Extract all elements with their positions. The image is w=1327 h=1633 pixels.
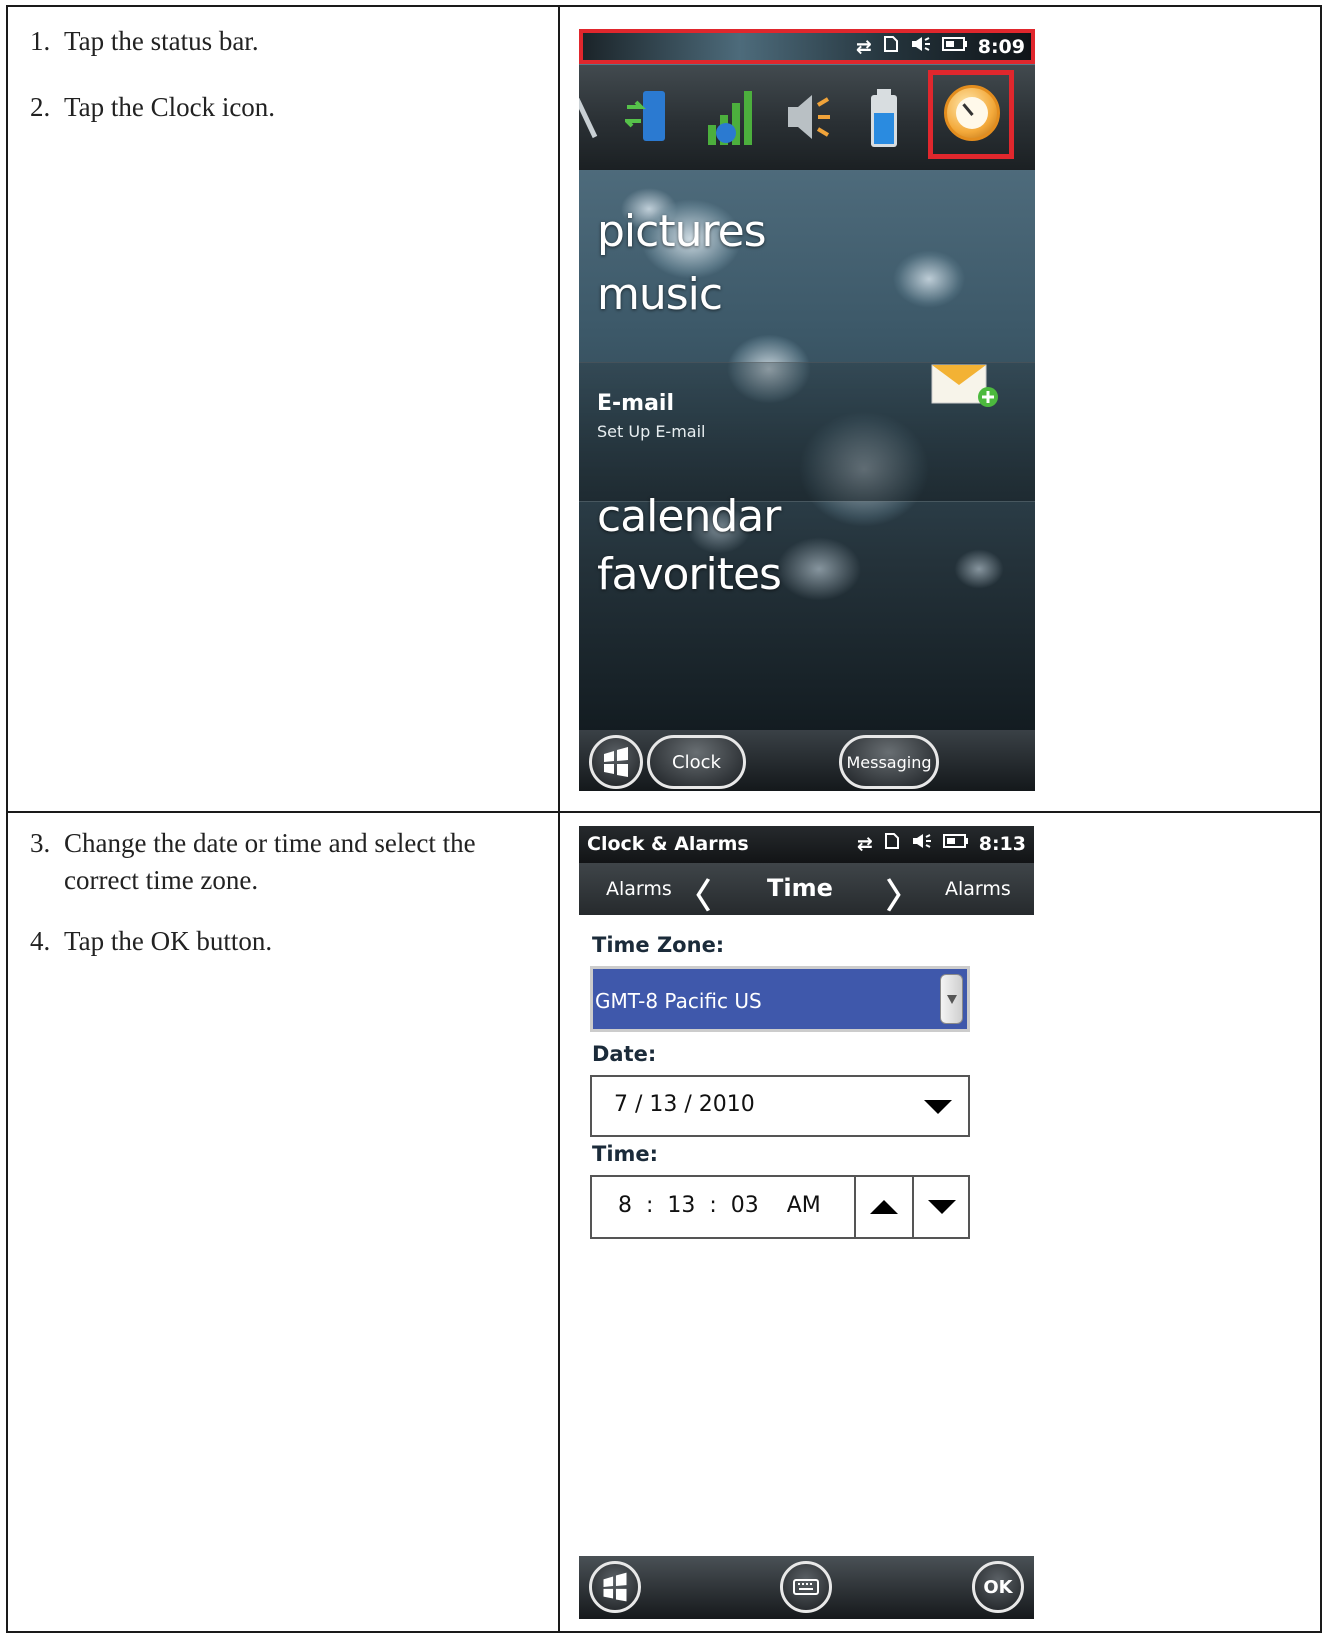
screen-title: Clock & Alarms <box>587 833 749 855</box>
step-item: 3. Change the date or time and select th… <box>30 825 545 899</box>
windows-logo-icon <box>604 747 628 777</box>
step-number: 2. <box>30 92 51 122</box>
time-zone-select[interactable]: GMT-8 Pacific US <box>590 966 970 1032</box>
step-number: 4. <box>30 926 51 956</box>
time-label: Time: <box>592 1142 659 1166</box>
hub-calendar[interactable]: calendar <box>597 491 781 542</box>
messaging-softkey[interactable]: Messaging <box>839 735 939 789</box>
email-subtitle: Set Up E-mail <box>597 422 706 441</box>
connectivity-icon: ⇄ <box>856 832 873 855</box>
steps-section-1: 1. Tap the status bar. 2. Tap the Clock … <box>30 23 545 155</box>
windows-start-button[interactable] <box>589 1561 641 1613</box>
status-time: 8:13 <box>978 832 1026 855</box>
tab-navigator: Alarms 〈 Time 〉 Alarms <box>579 863 1034 918</box>
clock-icon[interactable] <box>944 85 1000 141</box>
connection-icon[interactable] <box>625 87 675 147</box>
speaker-icon <box>911 832 933 855</box>
signal-icon[interactable] <box>704 87 756 149</box>
step-item: 1. Tap the status bar. <box>30 23 545 60</box>
time-zone-value: GMT-8 Pacific US <box>595 989 762 1013</box>
search-icon[interactable] <box>579 93 599 143</box>
step-item: 2. Tap the Clock icon. <box>30 89 545 126</box>
arrow-up-icon <box>870 1200 898 1214</box>
step-text: Change the date or time and select the c… <box>64 828 476 895</box>
card-icon <box>882 35 900 58</box>
status-icons: ⇄ 8:09 <box>856 35 1025 58</box>
speaker-icon <box>910 35 932 58</box>
windows-start-button[interactable] <box>589 735 643 789</box>
arrow-down-icon <box>928 1200 956 1214</box>
steps-section-2: 3. Change the date or time and select th… <box>30 825 545 989</box>
tab-time[interactable]: Time <box>767 874 833 902</box>
home-screen: ⇄ 8:09 pictures music E-mail Set Up E-ma… <box>579 29 1035 791</box>
title-bar: Clock & Alarms ⇄ 8:13 <box>579 826 1034 863</box>
date-label: Date: <box>592 1042 657 1066</box>
step-number: 1. <box>30 26 51 56</box>
email-envelope-icon <box>931 364 998 407</box>
step-text: Tap the OK button. <box>64 926 273 956</box>
ok-button[interactable]: OK <box>972 1561 1024 1613</box>
email-title: E-mail <box>597 391 675 416</box>
battery-icon <box>942 832 969 855</box>
step-text: Tap the status bar. <box>64 26 259 56</box>
hub-music[interactable]: music <box>597 269 723 320</box>
table-row-divider <box>8 811 1320 813</box>
time-zone-label: Time Zone: <box>592 933 725 957</box>
step-text: Tap the Clock icon. <box>64 92 276 122</box>
battery-icon <box>941 35 968 58</box>
status-icons: ⇄ 8:13 <box>857 832 1026 855</box>
clock-softkey[interactable]: Clock <box>647 735 746 789</box>
status-time: 8:09 <box>977 35 1025 58</box>
connectivity-icon: ⇄ <box>855 35 872 58</box>
dropdown-arrow-icon[interactable] <box>940 974 963 1024</box>
date-picker[interactable]: 7 / 13 / 2010 <box>590 1075 970 1137</box>
hub-pictures[interactable]: pictures <box>597 206 767 257</box>
chevron-left-icon[interactable]: 〈 <box>677 869 711 918</box>
card-icon <box>883 832 901 855</box>
time-decrement-button[interactable] <box>912 1177 970 1237</box>
time-value: 8 : 13 : 03 AM <box>618 1193 821 1218</box>
tab-alarms-prev[interactable]: Alarms <box>606 878 672 900</box>
hub-favorites[interactable]: favorites <box>597 549 782 600</box>
battery-icon[interactable] <box>867 87 901 149</box>
clock-alarms-screen: Clock & Alarms ⇄ 8:13 Alarms 〈 Time 〉 Al… <box>579 826 1034 1619</box>
step-item: 4. Tap the OK button. <box>30 923 545 960</box>
volume-icon[interactable] <box>784 87 836 147</box>
step-number: 3. <box>30 828 51 858</box>
keyboard-icon <box>793 1579 819 1595</box>
keyboard-button[interactable] <box>780 1561 832 1613</box>
time-increment-button[interactable] <box>854 1177 912 1237</box>
chevron-down-icon[interactable] <box>924 1100 952 1114</box>
tab-alarms-next[interactable]: Alarms <box>945 878 1011 900</box>
status-bar[interactable]: ⇄ 8:09 <box>579 29 1035 64</box>
time-picker[interactable]: 8 : 13 : 03 AM <box>590 1175 970 1239</box>
chevron-right-icon[interactable]: 〉 <box>886 869 920 918</box>
windows-logo-icon <box>603 1572 627 1602</box>
date-value: 7 / 13 / 2010 <box>614 1092 755 1117</box>
table-column-divider <box>558 7 560 1631</box>
